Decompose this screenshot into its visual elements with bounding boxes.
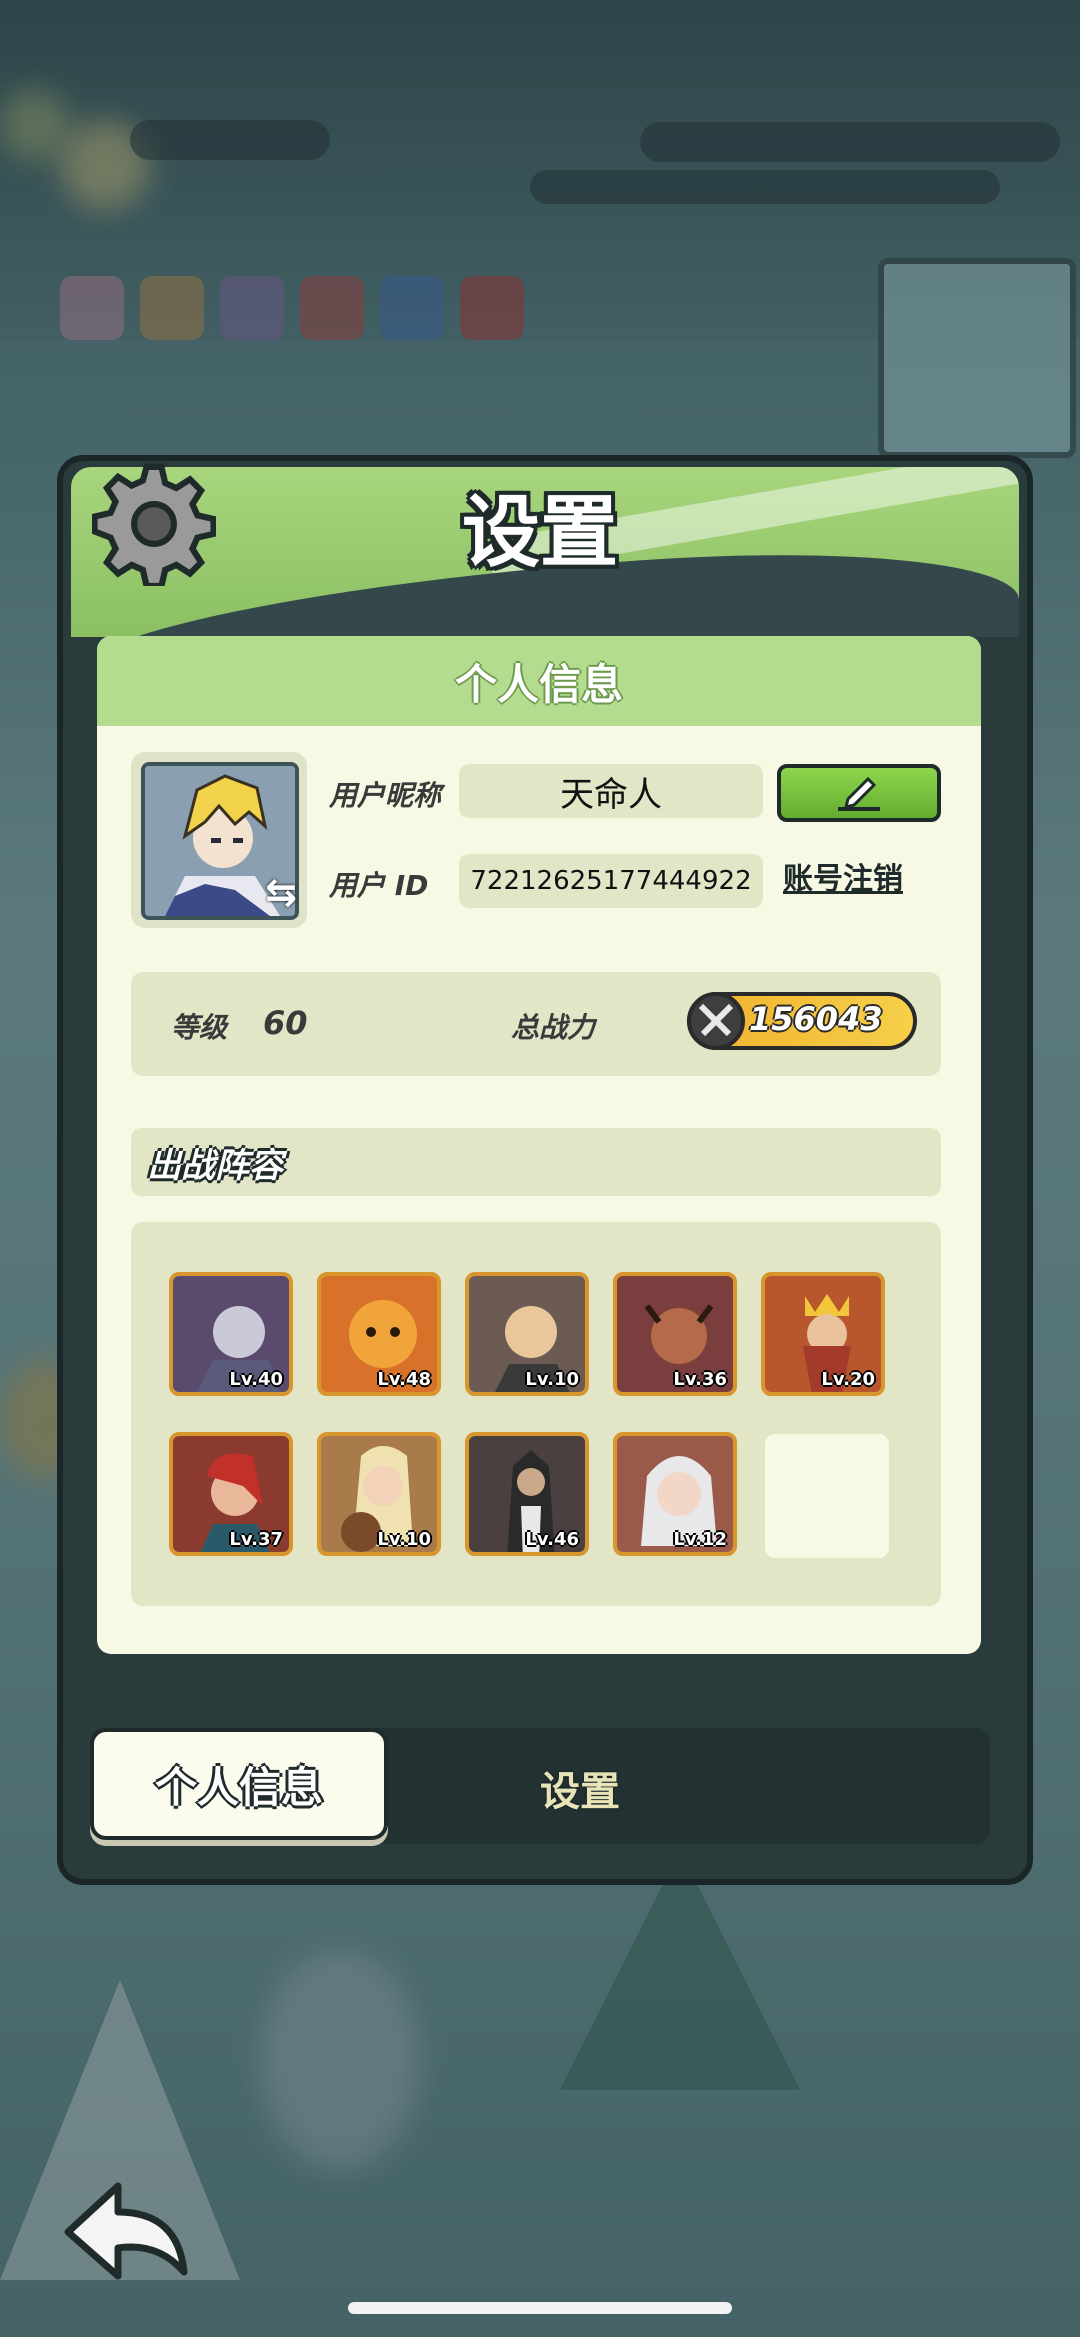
crossed-swords-icon xyxy=(687,992,745,1050)
hero-level-7: Lv.10 xyxy=(377,1529,431,1550)
hero-slot-9[interactable]: Lv.12 xyxy=(613,1432,737,1556)
hero-slot-8[interactable]: Lv.46 xyxy=(465,1432,589,1556)
power-label: 总战力 xyxy=(511,1011,596,1044)
hero-level-1: Lv.40 xyxy=(229,1369,283,1390)
hero-slot-6[interactable]: Lv.37 xyxy=(169,1432,293,1556)
avatar-frame[interactable]: ⇆ xyxy=(131,752,307,928)
swap-avatar-icon[interactable]: ⇆ xyxy=(265,870,297,914)
level-label: 等级 xyxy=(171,1011,228,1044)
edit-nickname-button[interactable] xyxy=(777,764,941,822)
lineup-header: 出战阵容 xyxy=(131,1128,941,1196)
pencil-icon xyxy=(838,776,880,811)
hero-slot-4[interactable]: Lv.36 xyxy=(613,1272,737,1396)
hero-slot-3[interactable]: Lv.10 xyxy=(465,1272,589,1396)
home-indicator[interactable] xyxy=(348,2302,732,2314)
user-id-field: 72212625177444922 xyxy=(459,854,763,908)
hero-slot-7[interactable]: Lv.10 xyxy=(317,1432,441,1556)
hero-level-8: Lv.46 xyxy=(525,1529,579,1550)
hero-slot-5[interactable]: Lv.20 xyxy=(761,1272,885,1396)
power-badge: 156043 xyxy=(687,992,917,1050)
cancel-account-link[interactable]: 账号注销 xyxy=(783,854,903,898)
hero-slot-1[interactable]: Lv.40 xyxy=(169,1272,293,1396)
hero-level-3: Lv.10 xyxy=(525,1369,579,1390)
profile-card: 个人信息 ⇆ 用户昵称 天命人 用户 ID 72212625177444922 … xyxy=(97,636,981,1654)
lineup-grid: Lv.40 Lv.48 Lv.10 Lv.36 Lv.20 Lv.37 Lv.1… xyxy=(131,1222,941,1606)
level-value: 60 xyxy=(263,1004,308,1042)
user-id-label: 用户 ID xyxy=(329,869,429,902)
tab-settings-label: 设置 xyxy=(540,1769,620,1815)
tab-settings[interactable]: 设置 xyxy=(480,1758,680,1818)
bottom-tabs: 个人信息 设置 xyxy=(90,1728,990,1844)
tab-personal-info-label: 个人信息 xyxy=(154,1762,323,1812)
section-header-label: 个人信息 xyxy=(454,659,623,709)
nickname-label: 用户昵称 xyxy=(329,779,442,812)
dialog-title: 设置 xyxy=(461,488,618,578)
stats-row: 等级 60 总战力 156043 xyxy=(131,972,941,1076)
lineup-title: 出战阵容 xyxy=(147,1145,283,1186)
hero-level-9: Lv.12 xyxy=(673,1529,727,1550)
back-arrow-icon[interactable] xyxy=(58,2172,194,2292)
hero-level-6: Lv.37 xyxy=(229,1529,283,1550)
hero-slot-empty[interactable] xyxy=(765,1434,889,1558)
hero-level-4: Lv.36 xyxy=(673,1369,727,1390)
nickname-value: 天命人 xyxy=(560,774,662,815)
user-id-value: 72212625177444922 xyxy=(470,866,752,896)
gear-icon xyxy=(92,463,216,586)
power-value: 156043 xyxy=(749,1000,883,1038)
nickname-field: 天命人 xyxy=(459,764,763,818)
hero-slot-2[interactable]: Lv.48 xyxy=(317,1272,441,1396)
hero-level-5: Lv.20 xyxy=(821,1369,875,1390)
section-header: 个人信息 xyxy=(97,636,981,726)
tab-personal-info[interactable]: 个人信息 xyxy=(90,1728,388,1840)
hero-level-2: Lv.48 xyxy=(377,1369,431,1390)
